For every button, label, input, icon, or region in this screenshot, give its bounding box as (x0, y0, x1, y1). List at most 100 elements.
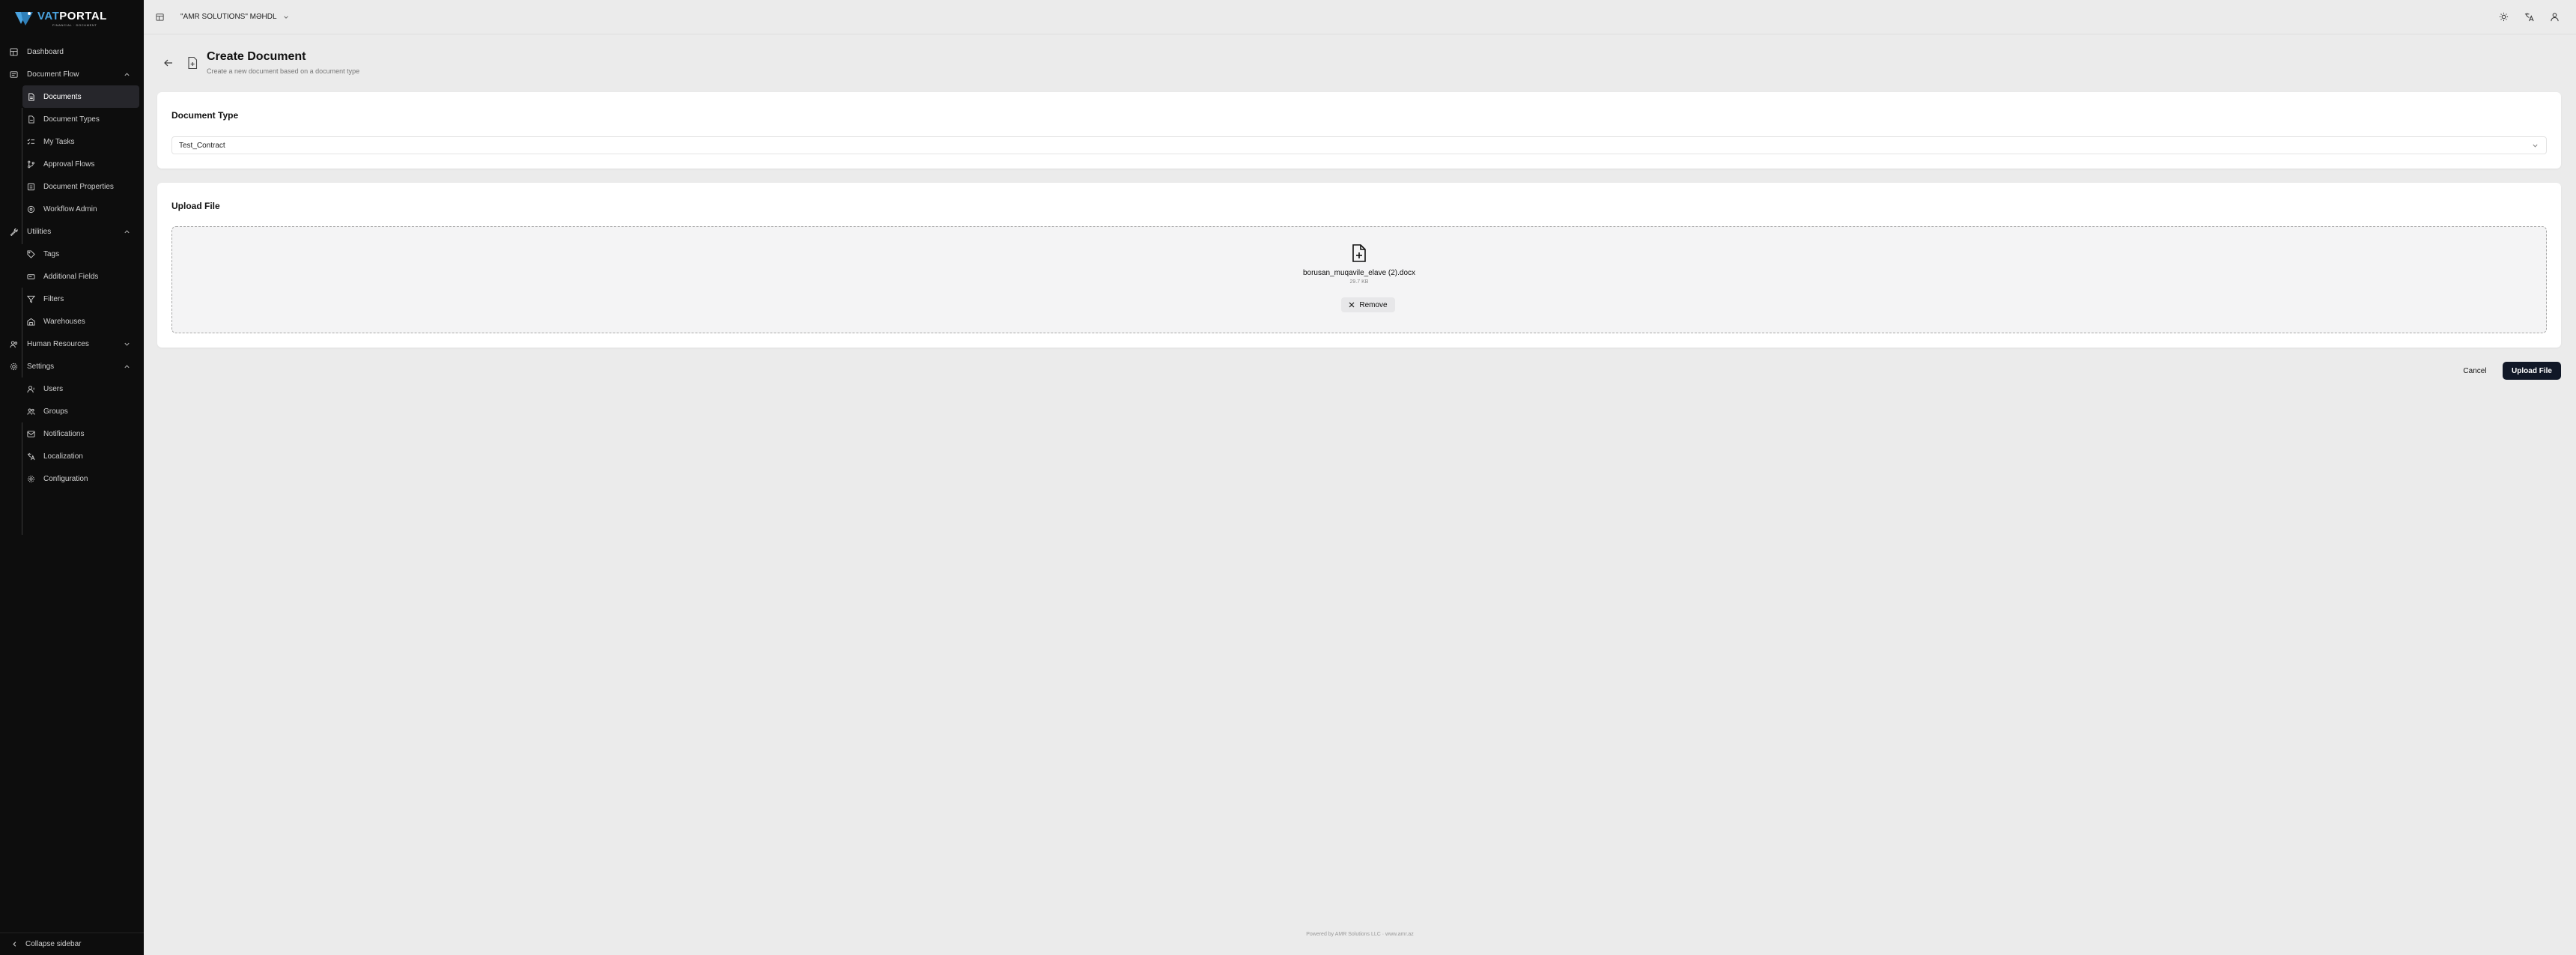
translate-icon (2524, 12, 2534, 21)
gear-icon (10, 363, 18, 371)
back-arrow-icon[interactable] (163, 58, 174, 68)
sidebar-item-warehouses[interactable]: Warehouses (0, 310, 144, 333)
sidebar-item-localization[interactable]: Localization (0, 445, 144, 467)
user-icon (2550, 12, 2559, 21)
remove-file-button[interactable]: Remove (1341, 297, 1395, 312)
sidebar-item-label: Warehouses (43, 317, 85, 326)
document-type-select[interactable]: Test_Contract (171, 136, 2547, 154)
filter-icon (27, 295, 35, 303)
sidebar-item-label: Settings (27, 362, 55, 371)
tag-icon (27, 249, 35, 258)
top-bar-actions (2498, 11, 2560, 22)
chevron-left-icon (13, 942, 16, 947)
sidebar-item-human-resources[interactable]: Human Resources (0, 333, 144, 355)
git-flow-icon (27, 160, 35, 169)
sidebar-item-users[interactable]: Users (0, 378, 144, 400)
document-type-card: Document Type Test_Contract (157, 92, 2561, 169)
top-bar: "AMR SOLUTIONS" MƏHDL (144, 0, 2576, 34)
chevron-down-icon[interactable] (124, 341, 130, 348)
sidebar-item-label: Document Properties (43, 182, 114, 191)
file-types-icon (27, 115, 35, 124)
upload-file-card: Upload File borusan_muqavile_elave (2).d… (157, 183, 2561, 348)
upload-file-button[interactable]: Upload File (2503, 362, 2561, 380)
config-icon (27, 475, 35, 483)
sidebar-item-label: Groups (43, 407, 68, 416)
sidebar-item-dashboard[interactable]: Dashboard (0, 40, 144, 63)
document-type-value: Test_Contract (179, 141, 225, 150)
page-title: Create Document (207, 50, 306, 63)
sidebar-item-my-tasks[interactable]: My Tasks (0, 130, 144, 153)
sidebar-item-documents[interactable]: Documents (22, 85, 139, 108)
brand-name-part2: PORTAL (59, 9, 107, 22)
brand-name-part1: VAT (37, 9, 60, 22)
sidebar-item-document-properties[interactable]: Document Properties (0, 175, 144, 198)
theme-toggle-button[interactable] (2498, 11, 2509, 22)
chevron-up-icon[interactable] (124, 363, 130, 370)
dashboard-icon (10, 47, 18, 56)
sidebar-item-label: Configuration (43, 474, 88, 483)
sidebar-item-label: Additional Fields (43, 272, 99, 281)
company-name: "AMR SOLUTIONS" MƏHDL (180, 13, 277, 21)
collapse-sidebar-button[interactable]: Collapse sidebar (0, 933, 144, 955)
warehouse-icon (27, 318, 35, 326)
chevron-down-icon (283, 15, 288, 19)
sidebar-item-label: My Tasks (43, 137, 75, 146)
sun-icon (2499, 12, 2508, 21)
sidebar-item-label: Approval Flows (43, 160, 95, 169)
sidebar-item-workflow-admin[interactable]: Workflow Admin (0, 198, 144, 220)
file-icon (27, 92, 35, 101)
sidebar-item-additional-fields[interactable]: Additional Fields (0, 265, 144, 288)
chevron-up-icon[interactable] (124, 228, 130, 235)
bell-icon (27, 430, 35, 438)
sidebar-item-label: Notifications (43, 429, 85, 438)
sidebar-item-label: Localization (43, 452, 83, 461)
file-plus-icon (1352, 244, 1366, 262)
wrench-icon (10, 228, 18, 236)
sidebar-nav: Dashboard Document Flow Documents Docume… (0, 40, 144, 535)
sidebar-item-groups[interactable]: Groups (0, 400, 144, 422)
document-type-title: Document Type (171, 110, 239, 121)
brand-tagline: FINANCIAL · DOCUMENT (52, 22, 97, 27)
user-icon (27, 385, 35, 393)
sidebar-item-label: Workflow Admin (43, 204, 97, 213)
uploaded-file-name: borusan_muqavile_elave (2).docx (1302, 269, 1416, 277)
sidebar-item-document-flow[interactable]: Document Flow (0, 63, 144, 85)
uploaded-file-size: 29.7 KB (1349, 279, 1369, 285)
sidebar-item-label: Human Resources (27, 339, 89, 348)
sidebar-item-label: Users (43, 384, 64, 393)
sidebar-item-utilities[interactable]: Utilities (0, 220, 144, 243)
user-menu-button[interactable] (2549, 11, 2560, 22)
workflow-icon (27, 205, 35, 213)
sidebar-item-filters[interactable]: Filters (0, 288, 144, 310)
home-icon[interactable] (155, 12, 165, 22)
sidebar-item-label: Filters (43, 294, 64, 303)
sidebar-item-tags[interactable]: Tags (0, 243, 144, 265)
document-flow-icon (10, 70, 18, 79)
remove-file-label: Remove (1359, 300, 1388, 309)
tasks-icon (27, 138, 35, 146)
cancel-button[interactable]: Cancel (2456, 362, 2494, 380)
language-icon (27, 452, 35, 461)
brand-logo[interactable]: VATPORTAL FINANCIAL · DOCUMENT (13, 7, 107, 28)
company-selector[interactable]: "AMR SOLUTIONS" MƏHDL (176, 9, 295, 25)
collapse-sidebar-label: Collapse sidebar (25, 940, 82, 948)
sidebar-item-label: Utilities (27, 227, 52, 236)
language-button[interactable] (2524, 11, 2534, 22)
sidebar-item-document-types[interactable]: Document Types (0, 108, 144, 130)
sidebar-item-label: Document Types (43, 115, 100, 124)
logo-mark-icon (15, 12, 33, 25)
sidebar: VATPORTAL FINANCIAL · DOCUMENT Dashboard… (0, 0, 144, 955)
close-icon (1349, 302, 1355, 308)
properties-icon (27, 183, 35, 191)
sidebar-item-settings[interactable]: Settings (0, 355, 144, 378)
sidebar-item-notifications[interactable]: Notifications (0, 422, 144, 445)
page-subtitle: Create a new document based on a documen… (207, 67, 360, 75)
group-icon (27, 407, 35, 416)
users-icon (10, 340, 18, 348)
sidebar-item-configuration[interactable]: Configuration (0, 467, 144, 490)
file-dropzone[interactable]: borusan_muqavile_elave (2).docx 29.7 KB … (171, 226, 2547, 333)
sidebar-item-label: Tags (43, 249, 60, 258)
sidebar-item-approval-flows[interactable]: Approval Flows (0, 153, 144, 175)
chevron-up-icon[interactable] (124, 71, 130, 78)
upload-file-title: Upload File (171, 201, 220, 211)
